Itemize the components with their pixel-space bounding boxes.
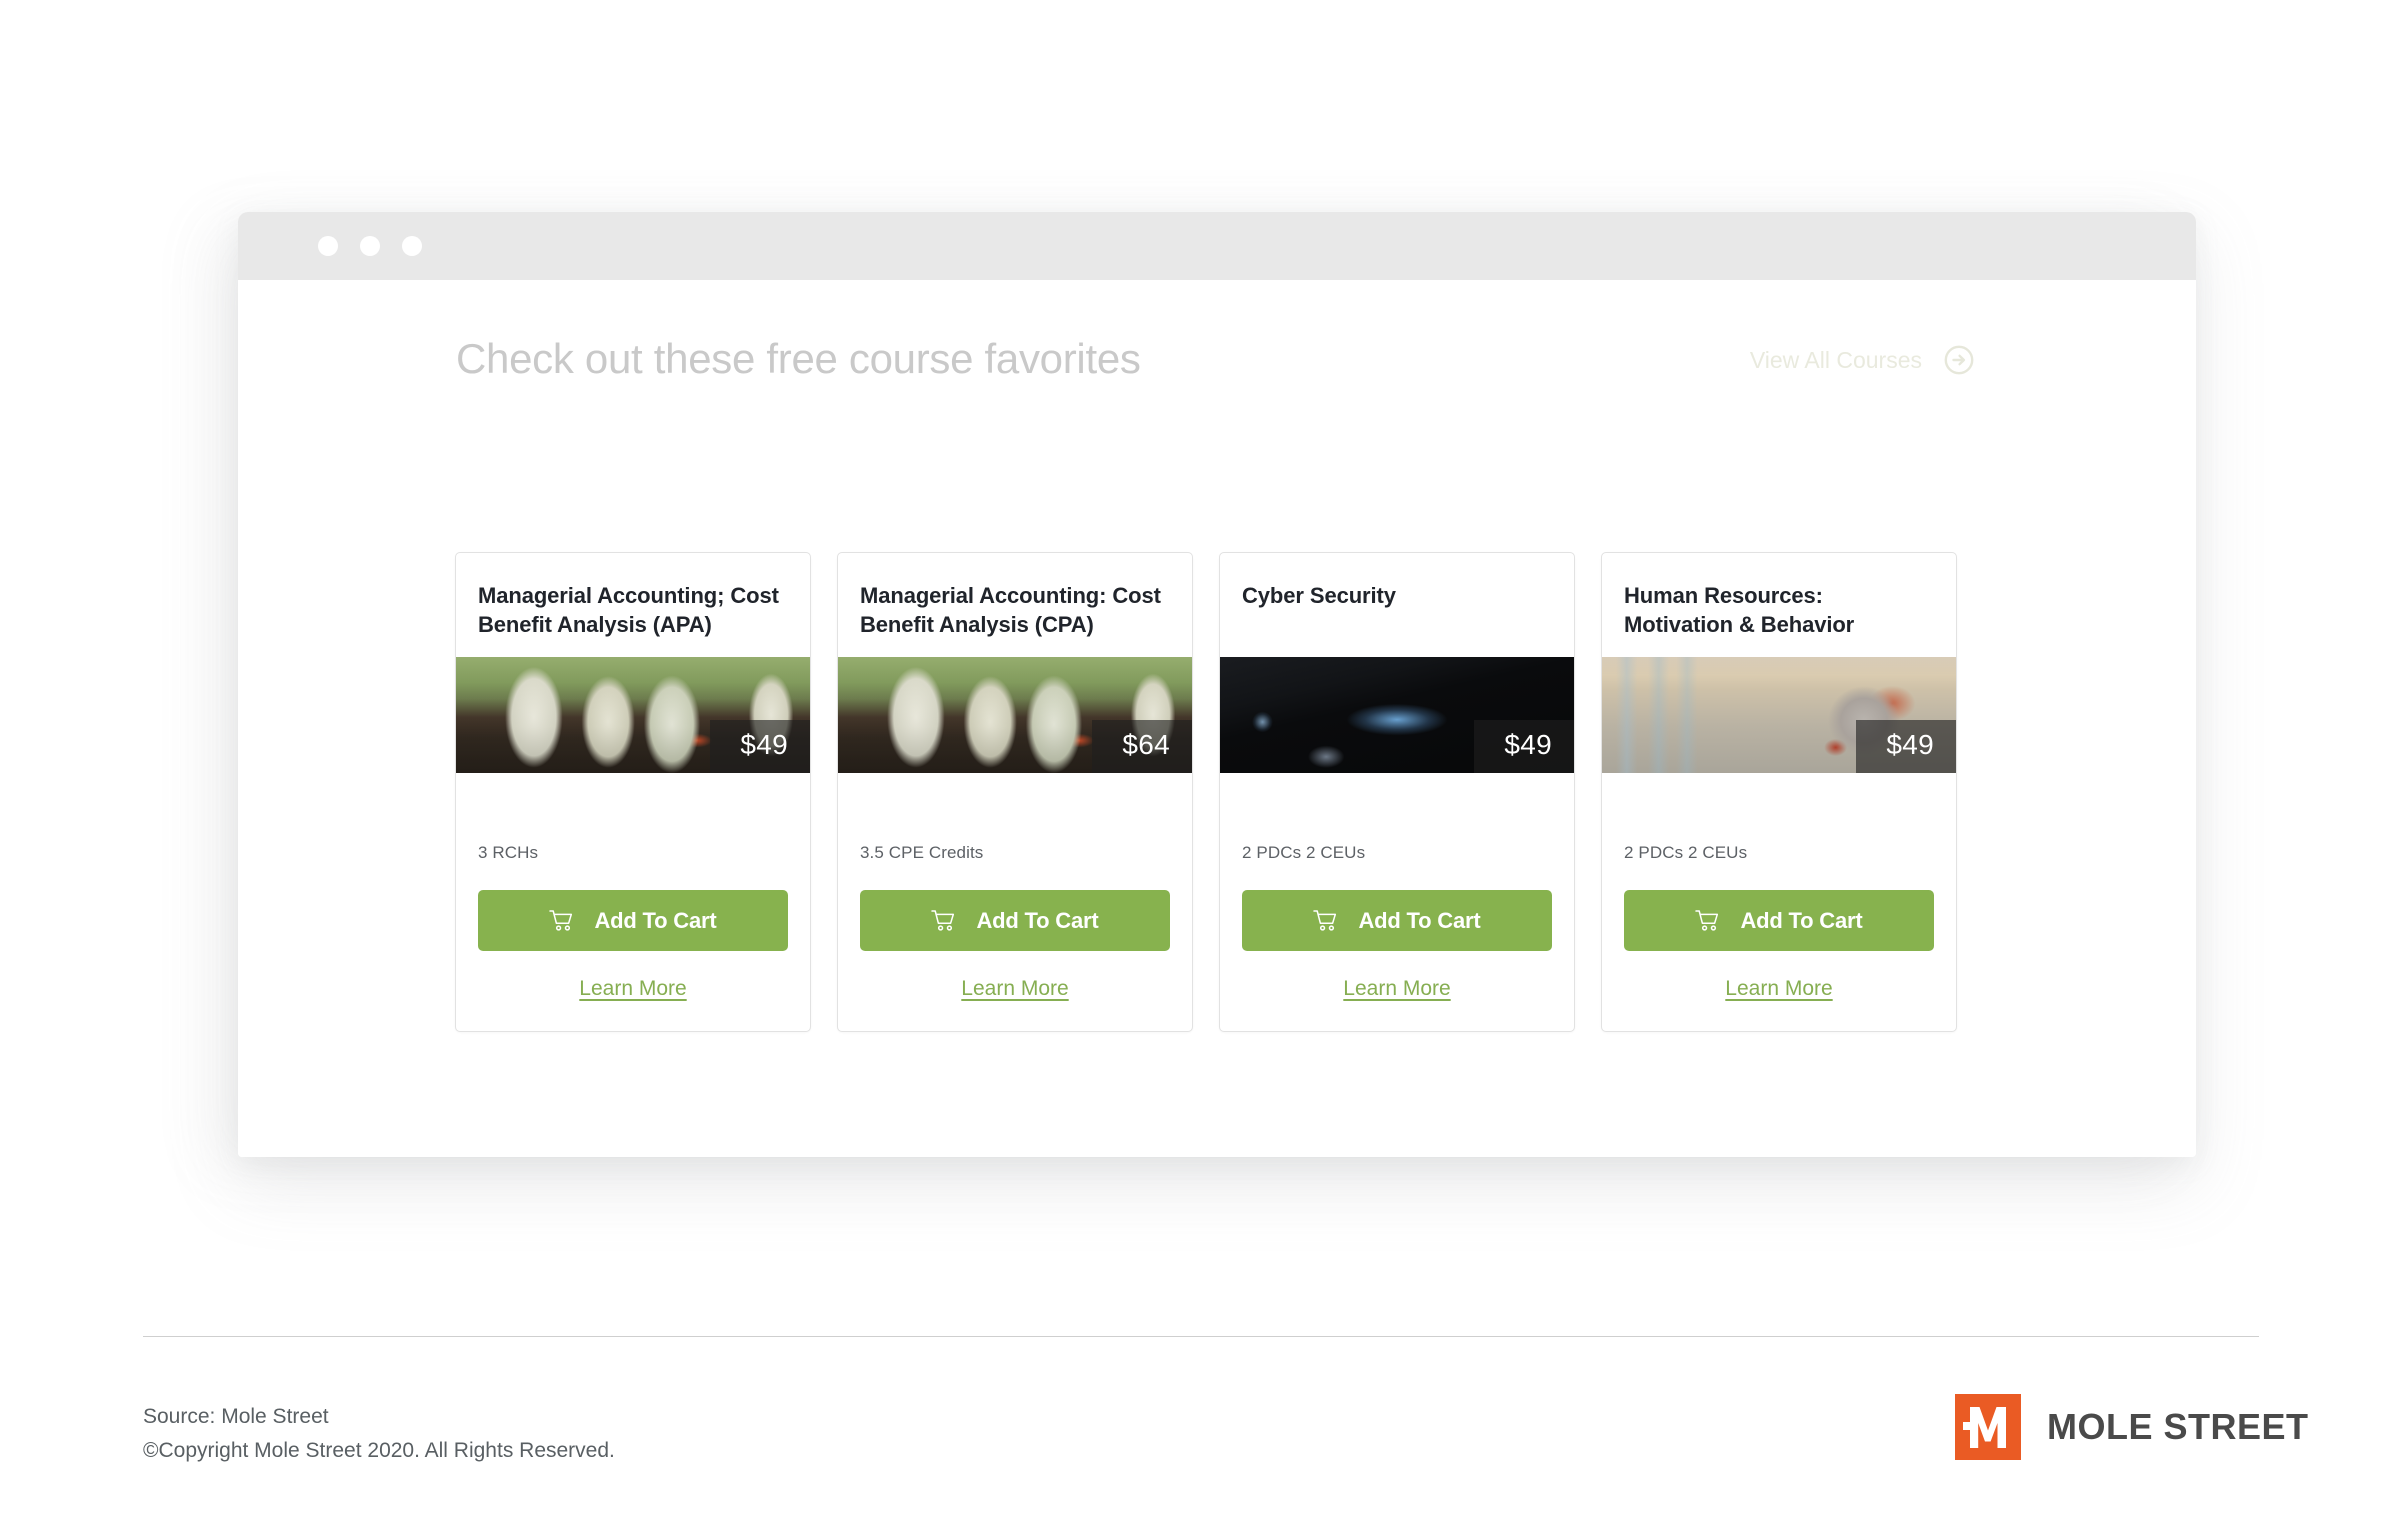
learn-more-link[interactable]: Learn More: [579, 977, 686, 1000]
course-card[interactable]: Managerial Accounting; Cost Benefit Anal…: [455, 552, 811, 1032]
add-to-cart-label: Add To Cart: [594, 907, 717, 933]
course-credits: 3.5 CPE Credits: [860, 843, 984, 862]
course-card-grid: Managerial Accounting; Cost Benefit Anal…: [455, 552, 1957, 1032]
add-to-cart-button[interactable]: Add To Cart: [478, 890, 788, 951]
price-badge: $64: [1092, 720, 1192, 773]
browser-content: Check out these free course favorites Vi…: [238, 280, 2196, 1157]
footer-divider: [143, 1336, 2259, 1337]
learn-more-link[interactable]: Learn More: [961, 977, 1068, 1000]
footer-source: Source: Mole Street: [143, 1405, 329, 1428]
window-maximize-dot[interactable]: [402, 236, 422, 256]
learn-more-link[interactable]: Learn More: [1343, 977, 1450, 1000]
arrow-circle-right-icon: [1944, 345, 1974, 375]
add-to-cart-label: Add To Cart: [1358, 907, 1481, 933]
course-card[interactable]: Human Resources: Motivation & Behavior $…: [1601, 552, 1957, 1032]
browser-titlebar: [238, 212, 2196, 280]
course-title: Human Resources: Motivation & Behavior: [1624, 583, 1855, 638]
course-image: $49: [1220, 657, 1574, 773]
course-card[interactable]: Cyber Security $49 2 PDCs 2 CEUs Add To …: [1219, 552, 1575, 1032]
course-image: $49: [1602, 657, 1956, 773]
course-title: Managerial Accounting; Cost Benefit Anal…: [478, 583, 779, 638]
course-title: Cyber Security: [1242, 583, 1396, 608]
window-close-dot[interactable]: [318, 236, 338, 256]
mole-street-logo-mark: [1955, 1394, 2021, 1460]
footer-copyright: ©Copyright Mole Street 2020. All Rights …: [143, 1439, 615, 1463]
shopping-cart-icon: [1695, 909, 1720, 932]
course-card[interactable]: Managerial Accounting: Cost Benefit Anal…: [837, 552, 1193, 1032]
learn-more-row: Learn More: [838, 951, 1192, 1031]
page-title: Check out these free course favorites: [456, 335, 1141, 382]
course-credits: 3 RCHs: [478, 843, 539, 862]
course-title: Managerial Accounting: Cost Benefit Anal…: [860, 583, 1161, 638]
shopping-cart-icon: [549, 909, 574, 932]
view-all-courses-label: View All Courses: [1749, 346, 1922, 373]
section-header: Check out these free course favorites Vi…: [456, 335, 1996, 383]
learn-more-link[interactable]: Learn More: [1725, 977, 1832, 1000]
learn-more-row: Learn More: [456, 951, 810, 1031]
course-credits: 2 PDCs 2 CEUs: [1242, 843, 1366, 862]
view-all-courses-link[interactable]: View All Courses: [1750, 345, 1974, 375]
mole-street-wordmark: MOLE STREET: [2047, 1406, 2309, 1447]
add-to-cart-label: Add To Cart: [976, 907, 1099, 933]
browser-window-mock: Check out these free course favorites Vi…: [238, 212, 2196, 1157]
price-badge: $49: [1474, 720, 1574, 773]
window-minimize-dot[interactable]: [360, 236, 380, 256]
learn-more-row: Learn More: [1220, 951, 1574, 1031]
price-badge: $49: [1856, 720, 1956, 773]
add-to-cart-label: Add To Cart: [1740, 907, 1863, 933]
footer-attribution: Source: Mole Street ©Copyright Mole Stre…: [143, 1400, 615, 1468]
shopping-cart-icon: [931, 909, 956, 932]
page-root: Check out these free course favorites Vi…: [0, 0, 2400, 1517]
add-to-cart-button[interactable]: Add To Cart: [1624, 890, 1934, 951]
course-credits: 2 PDCs 2 CEUs: [1624, 843, 1748, 862]
learn-more-row: Learn More: [1602, 951, 1956, 1031]
course-image: $49: [456, 657, 810, 773]
price-badge: $49: [710, 720, 810, 773]
mole-street-logo: MOLE STREET: [1955, 1394, 2309, 1460]
add-to-cart-button[interactable]: Add To Cart: [860, 890, 1170, 951]
add-to-cart-button[interactable]: Add To Cart: [1242, 890, 1552, 951]
shopping-cart-icon: [1313, 909, 1338, 932]
course-image: $64: [838, 657, 1192, 773]
